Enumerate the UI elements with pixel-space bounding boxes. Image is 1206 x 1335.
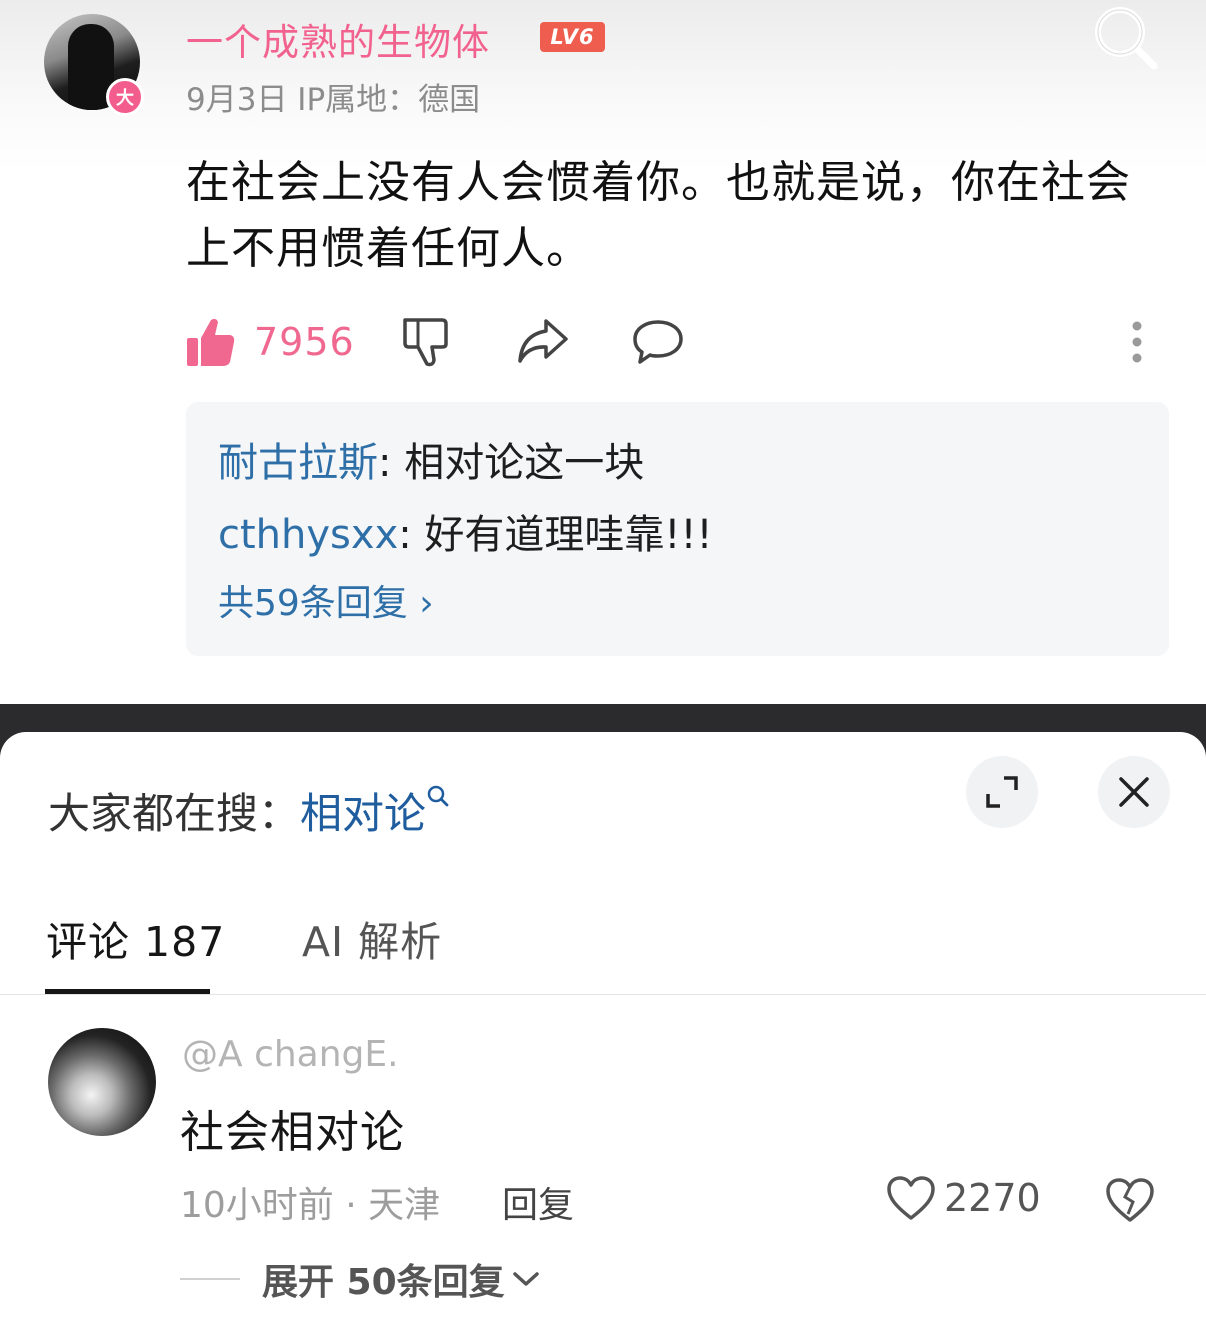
post-card: 大 一个成熟的生物体 LV6 9月3日 IP属地：德国 在社会上没有人会惯着你。… xyxy=(0,0,1206,704)
thumbs-down-icon xyxy=(403,318,448,367)
level-badge: LV6 xyxy=(540,22,605,52)
search-icon[interactable] xyxy=(1090,2,1160,72)
expand-icon xyxy=(986,776,1018,808)
expand-divider-line xyxy=(180,1278,240,1280)
chevron-down-icon xyxy=(512,1272,539,1286)
comments-sheet: 大家都在搜：相对论 评论 187 AI 解析 @A changE. 社会相对论 … xyxy=(0,732,1206,1335)
reply-preview-item: 耐古拉斯: 相对论这一块 xyxy=(218,430,644,488)
commenter-avatar[interactable] xyxy=(48,1028,156,1136)
post-meta: 9月3日 IP属地：德国 xyxy=(186,82,481,118)
post-actions: 7956 xyxy=(186,312,1166,372)
tab-divider xyxy=(0,994,1206,995)
comment-dislike-button[interactable] xyxy=(1104,1174,1156,1226)
hot-search-label: 大家都在搜： xyxy=(48,789,301,838)
dislike-button[interactable] xyxy=(402,312,452,372)
reply-text: : 好有道理哇靠!!! xyxy=(398,512,713,558)
hot-search-row[interactable]: 大家都在搜：相对论 xyxy=(48,780,450,841)
view-all-replies-link[interactable]: 共59条回复 › xyxy=(218,574,434,626)
expand-replies-label: 展开 50条回复 xyxy=(262,1262,505,1303)
expand-replies[interactable]: 展开 50条回复 xyxy=(180,1254,541,1304)
comment-like-button[interactable]: 2270 xyxy=(886,1172,1041,1224)
more-button[interactable] xyxy=(1130,312,1144,372)
like-button[interactable]: 7956 xyxy=(186,312,355,372)
author-name[interactable]: 一个成熟的生物体 xyxy=(186,12,490,66)
search-small-icon xyxy=(427,785,449,807)
comment-text: 社会相对论 xyxy=(180,1107,405,1158)
commenter-name[interactable]: @A changE. xyxy=(182,1034,399,1075)
reply-button[interactable]: 回复 xyxy=(502,1176,574,1228)
reply-preview-item: cthhysxx: 好有道理哇靠!!! xyxy=(218,502,713,560)
hot-search-term[interactable]: 相对论 xyxy=(300,789,426,838)
page: 大 一个成熟的生物体 LV6 9月3日 IP属地：德国 在社会上没有人会惯着你。… xyxy=(0,0,1206,1335)
tab-comments[interactable]: 评论 187 xyxy=(46,908,225,968)
reply-user[interactable]: 耐古拉斯 xyxy=(218,440,378,486)
heart-icon xyxy=(887,1176,935,1220)
reply-preview-box[interactable]: 耐古拉斯: 相对论这一块 cthhysxx: 好有道理哇靠!!! 共59条回复 … xyxy=(186,402,1169,656)
share-button[interactable] xyxy=(516,312,570,372)
thumbs-up-icon xyxy=(187,318,235,366)
share-icon xyxy=(518,319,568,363)
reply-user[interactable]: cthhysxx xyxy=(218,512,398,558)
broken-heart-icon xyxy=(1106,1178,1154,1222)
expand-button[interactable] xyxy=(966,756,1038,828)
more-vertical-icon xyxy=(1132,321,1142,363)
tab-ai-analysis[interactable]: AI 解析 xyxy=(302,908,442,968)
comment-meta: 10小时前 · 天津 xyxy=(180,1185,441,1226)
comment-button[interactable] xyxy=(632,312,684,372)
close-icon xyxy=(1119,777,1149,807)
like-count: 7956 xyxy=(254,320,355,364)
avatar-badge: 大 xyxy=(106,78,144,116)
comment-icon xyxy=(633,320,683,364)
post-text: 在社会上没有人会惯着你。也就是说，你在社会上不用惯着任何人。 xyxy=(186,157,1131,274)
comment-like-count: 2270 xyxy=(944,1176,1041,1220)
reply-text: : 相对论这一块 xyxy=(378,440,645,486)
close-button[interactable] xyxy=(1098,756,1170,828)
